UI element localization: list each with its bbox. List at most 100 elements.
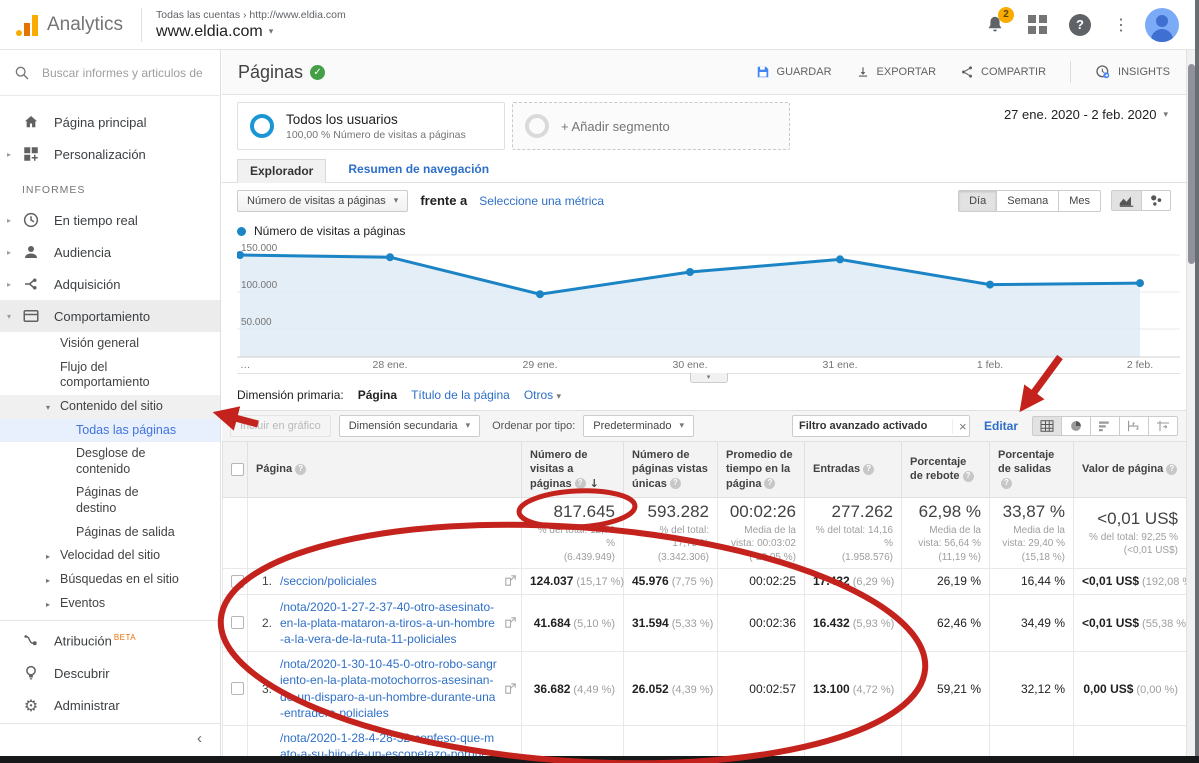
row-checkbox[interactable] xyxy=(231,682,244,695)
sidebar-collapse-button[interactable]: ‹ xyxy=(0,723,220,753)
comparison-view-button[interactable] xyxy=(1120,416,1149,436)
dimension-otros-link[interactable]: Otros ▾ xyxy=(524,388,561,402)
date-range-selector[interactable]: 27 ene. 2020 - 2 feb. 2020 ▾ xyxy=(1004,107,1168,122)
sidebar-item-busquedas[interactable]: ▸ Búsquedas en el sitio xyxy=(0,568,200,592)
insights-button[interactable]: INSIGHTS xyxy=(1095,64,1170,80)
col-visitas[interactable]: Número de visitas a páginas?↓ xyxy=(522,442,624,497)
help-button[interactable]: ? xyxy=(1069,14,1091,36)
col-rebote[interactable]: Porcentaje de rebote? xyxy=(902,442,990,497)
notifications-button[interactable]: 2 xyxy=(984,14,1006,36)
search-input[interactable] xyxy=(42,66,202,80)
help-icon[interactable]: ? xyxy=(863,464,874,475)
sidebar-item-velocidad[interactable]: ▸ Velocidad del sitio xyxy=(0,544,220,568)
avatar[interactable] xyxy=(1145,8,1179,42)
edit-filter-link[interactable]: Editar xyxy=(984,419,1018,433)
vertical-scrollbar[interactable] xyxy=(1186,50,1195,756)
sidebar-item-atribucion[interactable]: AtribuciónBETA xyxy=(0,625,220,657)
analytics-logo[interactable]: Analytics xyxy=(0,14,141,36)
help-icon[interactable]: ? xyxy=(764,478,775,489)
page-url-link[interactable]: /nota/2020-1-28-4-28-32-confeso-que-mato… xyxy=(280,730,497,756)
dimension-pagina[interactable]: Página xyxy=(358,388,397,402)
sort-type-dropdown[interactable]: Predeterminado ▾ xyxy=(583,415,694,437)
segment-all-users[interactable]: Todos los usuarios 100,00 % Número de vi… xyxy=(237,102,505,150)
sidebar-item-audience[interactable]: ▸ Audiencia xyxy=(0,236,220,268)
sidebar-item-editor[interactable]: ▸ Editor xyxy=(0,615,220,620)
sidebar-item-realtime[interactable]: ▸ En tiempo real xyxy=(0,204,220,236)
col-salidas[interactable]: Porcentaje de salidas? xyxy=(990,442,1074,497)
col-pagina[interactable]: Página? xyxy=(248,442,522,497)
pageviews-pct: (15,17 %) xyxy=(576,576,624,588)
caret-right-icon: ▸ xyxy=(7,216,11,225)
help-icon[interactable]: ? xyxy=(1001,478,1012,489)
select-metric-link[interactable]: Seleccione una métrica xyxy=(479,194,604,208)
sidebar-item-eventos[interactable]: ▸ Eventos xyxy=(0,592,220,616)
row-checkbox[interactable] xyxy=(231,575,244,588)
scrollbar-thumb[interactable] xyxy=(1188,64,1195,264)
advanced-filter-box[interactable]: × xyxy=(792,415,970,437)
help-icon[interactable]: ? xyxy=(963,471,974,482)
granularity-day-button[interactable]: Día xyxy=(958,190,997,212)
percentage-view-button[interactable] xyxy=(1062,416,1091,436)
account-selector[interactable]: www.eldia.com ▾ xyxy=(156,23,346,41)
help-icon[interactable]: ? xyxy=(575,478,586,489)
sidebar-item-desglose[interactable]: Desglose de contenido xyxy=(0,442,190,481)
metric-selector-dropdown[interactable]: Número de visitas a páginas ▾ xyxy=(237,190,408,212)
sidebar-item-label: Página principal xyxy=(54,115,147,130)
close-icon[interactable]: × xyxy=(952,419,967,434)
line-chart-toggle[interactable] xyxy=(1111,190,1142,211)
unique-value: 31.594 xyxy=(632,616,669,630)
sidebar-search[interactable] xyxy=(0,50,220,96)
row-number: 2. xyxy=(256,616,272,630)
performance-view-button[interactable] xyxy=(1091,416,1120,436)
sidebar-item-home[interactable]: Página principal xyxy=(0,106,220,138)
external-link-icon[interactable] xyxy=(505,617,516,628)
col-unicas[interactable]: Número de páginas vistas únicas? xyxy=(624,442,718,497)
report-tabs: Explorador Resumen de navegación xyxy=(222,160,1186,183)
sidebar-item-flujo[interactable]: Flujo del comportamiento xyxy=(0,356,200,395)
sidebar-item-acquisition[interactable]: ▸ Adquisición xyxy=(0,268,220,300)
col-promedio[interactable]: Promedio de tiempo en la página? xyxy=(718,442,805,497)
add-segment-button[interactable]: + Añadir segmento xyxy=(512,102,790,150)
chart-plot[interactable] xyxy=(237,245,1180,358)
sidebar-item-vision-general[interactable]: Visión general xyxy=(0,332,220,356)
dimension-titulo-link[interactable]: Título de la página xyxy=(411,388,510,402)
external-link-icon[interactable] xyxy=(505,575,516,586)
tab-resumen-navegacion[interactable]: Resumen de navegación xyxy=(348,162,489,182)
page-url-link[interactable]: /nota/2020-1-30-10-45-0-otro-robo-sangri… xyxy=(280,656,497,721)
sidebar-item-descubrir[interactable]: Descubrir xyxy=(0,657,220,689)
external-link-icon[interactable] xyxy=(505,683,516,694)
sidebar-item-destino[interactable]: Páginas de destino xyxy=(0,481,190,520)
col-valor[interactable]: Valor de página? xyxy=(1074,442,1187,497)
page-url-link[interactable]: /seccion/policiales xyxy=(280,573,377,589)
granularity-week-button[interactable]: Semana xyxy=(997,190,1059,212)
tab-explorador[interactable]: Explorador xyxy=(237,159,326,183)
motion-chart-toggle[interactable] xyxy=(1142,190,1171,211)
sidebar-item-salida[interactable]: Páginas de salida xyxy=(0,521,220,545)
row-checkbox[interactable] xyxy=(231,616,244,629)
sidebar-item-personalization[interactable]: ▸ Personalización xyxy=(0,138,220,170)
help-icon[interactable]: ? xyxy=(295,464,306,475)
overflow-menu-button[interactable]: ⋮ xyxy=(1113,15,1123,35)
select-all-checkbox[interactable] xyxy=(231,463,244,476)
save-button[interactable]: GUARDAR xyxy=(756,65,832,79)
apps-grid-button[interactable] xyxy=(1028,15,1047,34)
col-entradas[interactable]: Entradas? xyxy=(805,442,902,497)
share-button[interactable]: COMPARTIR xyxy=(960,65,1046,79)
sidebar-item-todas-las-paginas[interactable]: Todas las páginas xyxy=(0,419,220,443)
sidebar-item-administrar[interactable]: ⚙ Administrar xyxy=(0,689,220,721)
filter-input[interactable] xyxy=(799,420,952,432)
caret-right-icon: ▸ xyxy=(46,552,50,562)
sidebar-item-contenido[interactable]: ▾ Contenido del sitio xyxy=(0,395,220,419)
sort-type-value: Predeterminado xyxy=(593,420,671,432)
help-icon[interactable]: ? xyxy=(1166,464,1177,475)
unique-pct: (7,75 %) xyxy=(672,576,714,588)
table-view-button[interactable] xyxy=(1032,416,1062,436)
export-button[interactable]: EXPORTAR xyxy=(856,65,937,79)
sidebar-item-behavior[interactable]: ▾ Comportamiento xyxy=(0,300,220,332)
help-icon[interactable]: ? xyxy=(670,478,681,489)
page-url-link[interactable]: /nota/2020-1-27-2-37-40-otro-asesinato-e… xyxy=(280,599,497,648)
secondary-dimension-dropdown[interactable]: Dimensión secundaria ▾ xyxy=(339,415,480,437)
timeline-drag-handle[interactable]: ▾ xyxy=(690,373,728,383)
pivot-view-button[interactable] xyxy=(1149,416,1178,436)
granularity-month-button[interactable]: Mes xyxy=(1059,190,1101,212)
